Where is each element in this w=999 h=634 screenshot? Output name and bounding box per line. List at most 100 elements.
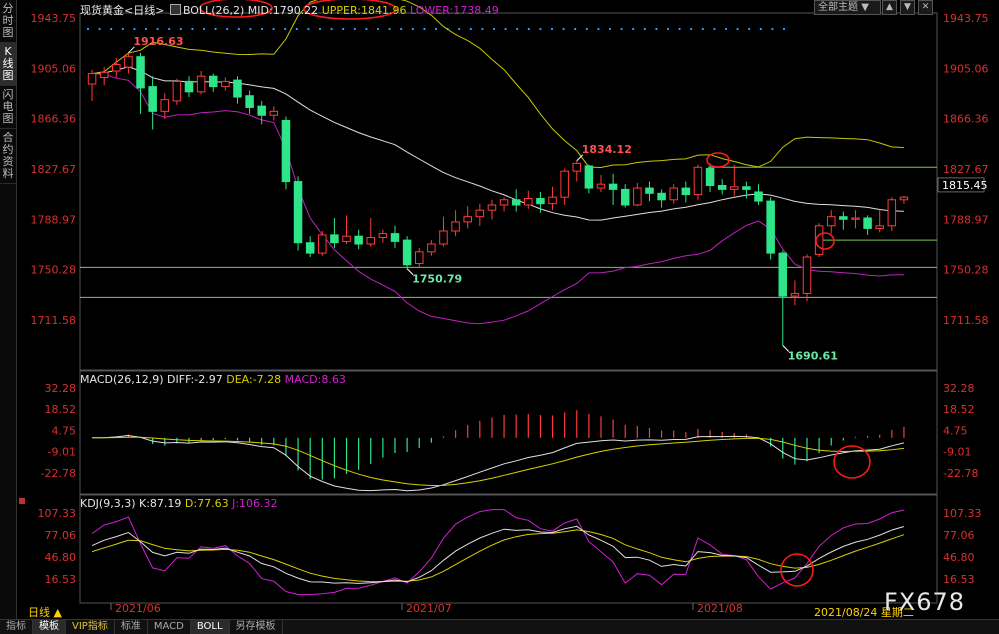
boll-icon[interactable]	[169, 4, 181, 15]
event-marker-dot	[574, 27, 577, 31]
boll-lower-value: LOWER:1738.49	[409, 4, 499, 17]
candle-down	[754, 191, 763, 202]
event-marker-dot	[643, 27, 646, 31]
event-marker-dot	[666, 27, 670, 31]
event-marker-dot	[632, 27, 635, 31]
price-axis-right-label: 1711.58	[943, 314, 989, 327]
event-marker-dot	[179, 27, 182, 31]
macd-dea-line	[92, 436, 904, 487]
boll-legend: 现货黄金<日线> BOLL(26,2) MID:1790.22 UPPER:18…	[80, 2, 499, 18]
macd-axis-right-label: 18.52	[943, 403, 975, 416]
candle-down	[717, 184, 727, 190]
event-marker-dot	[330, 27, 333, 31]
tab-macd[interactable]: MACD	[148, 620, 191, 634]
close-button[interactable]: ✕	[918, 0, 933, 15]
price-axis-left-label: 1905.06	[31, 62, 77, 75]
event-marker-dot	[295, 27, 298, 31]
fx678-watermark: FX678	[884, 588, 966, 616]
boll-label: BOLL(26,2)	[182, 4, 245, 17]
macd-axis-left-label: 32.28	[45, 382, 77, 395]
sidebar-item-kline[interactable]: K线图	[0, 43, 16, 86]
candle-up	[124, 56, 133, 68]
sidebar-item-contract[interactable]: 合约资料	[0, 129, 16, 184]
event-marker-dot	[400, 27, 403, 31]
candle-down	[208, 75, 218, 88]
event-marker-dot	[539, 27, 542, 31]
kdj-legend: KDJ(9,3,3) K:87.19 D:77.63 J:106.32	[80, 497, 278, 510]
event-marker-dot	[782, 27, 786, 31]
event-marker-dot	[133, 27, 136, 31]
kdj-axis-right-label: 16.53	[943, 573, 975, 586]
candle-up	[318, 234, 327, 254]
chevron-down-icon: ▼	[861, 2, 869, 13]
candle-down	[705, 168, 715, 186]
candle-down	[584, 165, 594, 189]
candle-up	[269, 110, 279, 116]
candle-up	[669, 187, 678, 201]
candle-up	[378, 233, 388, 239]
event-marker-dot	[481, 27, 484, 31]
event-marker-dot	[191, 27, 194, 31]
candle-up	[112, 64, 121, 72]
event-marker-dot	[307, 27, 310, 31]
event-marker-dot	[713, 27, 716, 31]
candle-up	[790, 292, 800, 297]
candle-up	[342, 235, 351, 242]
event-marker-dot	[110, 27, 113, 31]
upper-touch-circle	[706, 152, 730, 168]
event-marker-dot	[284, 27, 287, 31]
candle-up	[887, 199, 897, 227]
candle-up	[560, 170, 569, 198]
candle-up	[633, 187, 642, 206]
event-marker-dot	[249, 27, 252, 31]
time-axis-label: 2021/07	[406, 602, 452, 615]
candle-up	[99, 71, 109, 79]
price-axis-left-label: 1788.97	[31, 213, 77, 226]
event-marker-dot	[365, 27, 368, 31]
macd-diff-value: DIFF:-2.97	[167, 373, 223, 386]
event-marker-dot	[550, 27, 554, 31]
event-marker-dot	[121, 27, 124, 31]
price-axis-left-label: 1711.58	[31, 314, 77, 327]
tab-template[interactable]: 模板	[33, 620, 66, 634]
macd-axis-right-label: 4.75	[943, 425, 968, 438]
period-selector[interactable]: 日线 ▲	[28, 604, 62, 620]
kdj-axis-left-label: 107.33	[38, 507, 77, 520]
macd-axis-right-label: -22.78	[943, 467, 978, 480]
candle-up	[414, 251, 424, 265]
candle-down	[839, 216, 848, 220]
scroll-down-button[interactable]: ▼	[900, 0, 915, 15]
scroll-up-button[interactable]: ▲	[882, 0, 897, 15]
time-axis-label: 2021/08	[697, 602, 743, 615]
tab-indicators[interactable]: 指标	[0, 620, 33, 634]
candle-down	[148, 86, 157, 112]
candle-up	[451, 221, 460, 232]
event-marker-dot	[724, 27, 728, 31]
tab-standard[interactable]: 标准	[115, 620, 148, 634]
candle-down	[257, 105, 266, 116]
event-marker-dot	[562, 27, 565, 31]
macd-axis-left-label: 18.52	[45, 403, 77, 416]
boll-mid-value: MID:1790.22	[247, 4, 319, 17]
sidebar-item-timeline[interactable]: 分时图	[0, 0, 16, 43]
theme-select[interactable]: 全部主题 ▼	[814, 0, 881, 15]
candle-up	[899, 196, 909, 201]
tab-boll[interactable]: BOLL	[190, 620, 230, 634]
event-marker-dot	[492, 27, 496, 31]
event-marker-dot	[202, 27, 206, 31]
price-axis-left-label: 1750.28	[31, 264, 77, 277]
tab-vip-indicators[interactable]: VIP指标	[66, 620, 115, 634]
event-marker-dot	[690, 27, 693, 31]
candle-down	[281, 119, 291, 183]
tab-save-template[interactable]: 另存模板	[230, 620, 283, 634]
event-marker-dot	[260, 27, 264, 31]
candle-up	[548, 196, 557, 205]
event-marker-dot	[701, 27, 704, 31]
price-axis-left-label: 1827.67	[31, 163, 77, 176]
main-chart[interactable]: 1916.63 1750.79 1834.12 1690.61 1943.75 1905…	[0, 0, 999, 620]
candle-up	[730, 186, 739, 190]
sidebar-item-flash[interactable]: 闪电图	[0, 86, 16, 129]
price-axis-left-label: 1866.36	[31, 113, 77, 126]
period-tag: <日线>	[124, 4, 165, 17]
price-axis-right-label: 1827.67	[943, 163, 989, 176]
